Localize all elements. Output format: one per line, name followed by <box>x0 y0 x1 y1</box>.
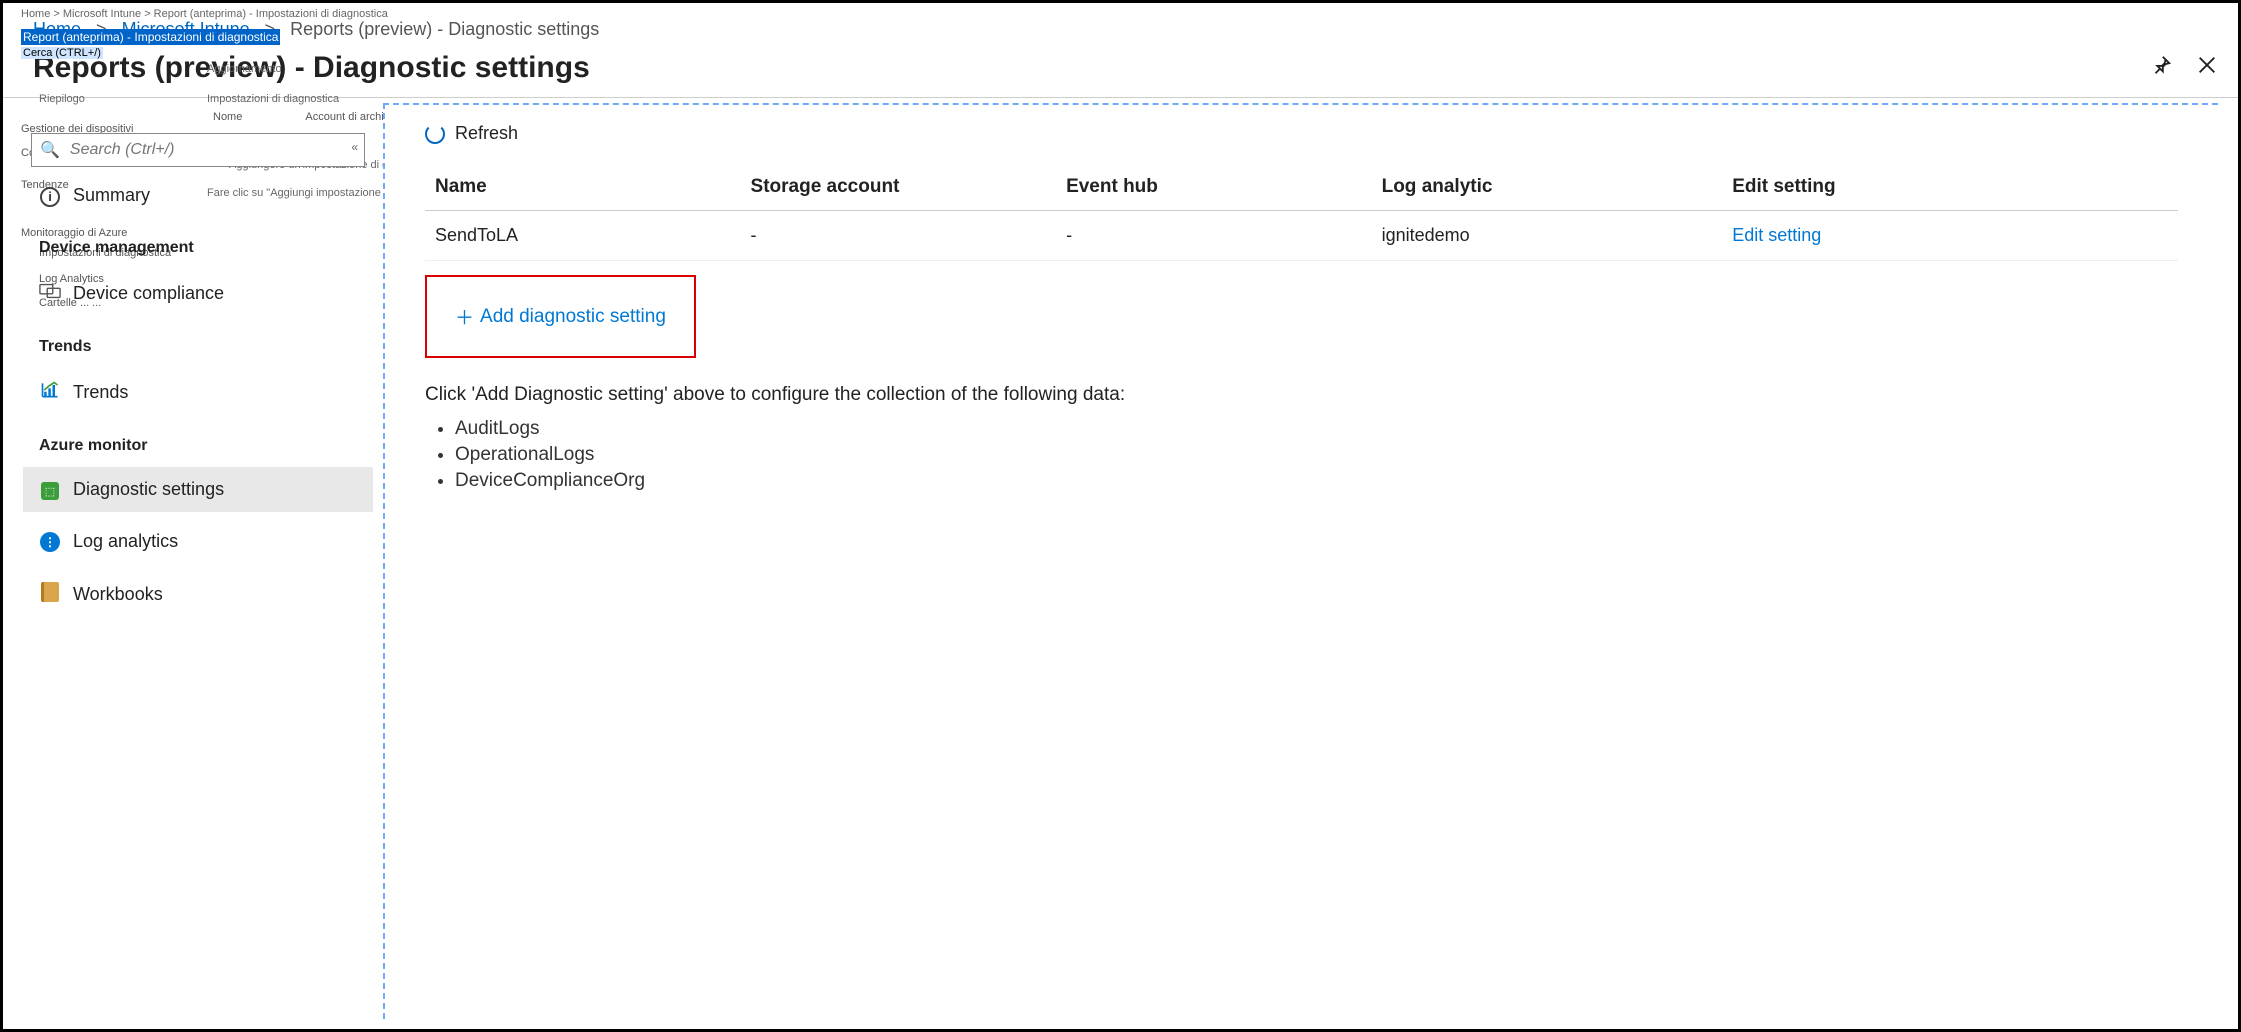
ghost-refresh: Aggiornamento <box>207 63 282 75</box>
col-edit: Edit setting <box>1722 164 2178 211</box>
sidebar-section-trends: Trends <box>23 318 373 362</box>
device-compliance-icon <box>39 281 61 306</box>
sidebar-item-label: Trends <box>73 382 128 403</box>
data-list: AuditLogs OperationalLogs DeviceComplian… <box>455 418 2178 492</box>
sidebar-item-diagnostic-settings[interactable]: ⬚ Diagnostic settings <box>23 467 373 513</box>
col-hub: Event hub <box>1056 164 1372 211</box>
pin-icon[interactable] <box>2150 54 2172 82</box>
sidebar-item-summary[interactable]: i Summary <box>23 173 373 219</box>
sidebar-item-device-compliance[interactable]: Device compliance <box>23 269 373 318</box>
sidebar-item-workbooks[interactable]: Workbooks <box>23 570 373 619</box>
sidebar: 🔍 « i Summary Device management Device c… <box>23 103 373 1019</box>
sidebar-item-label: Workbooks <box>73 584 163 605</box>
sidebar-item-label: Log analytics <box>73 531 178 552</box>
trends-icon <box>39 380 61 405</box>
refresh-button[interactable]: Refresh <box>425 123 2178 144</box>
page-title: Reports (preview) - Diagnostic settings <box>33 51 590 85</box>
sidebar-section-device-mgmt: Device management <box>23 219 373 263</box>
sidebar-item-label: Summary <box>73 185 150 206</box>
cell-log-analytic: ignitedemo <box>1372 211 1723 261</box>
cell-hub: - <box>1056 211 1372 261</box>
ghost-title-highlight: Report (anteprima) - Impostazioni di dia… <box>21 29 280 45</box>
search-icon: 🔍 <box>40 140 60 160</box>
col-name: Name <box>425 164 741 211</box>
edit-setting-link[interactable]: Edit setting <box>1722 211 2178 261</box>
breadcrumb-current: Reports (preview) - Diagnostic settings <box>290 19 599 39</box>
cell-storage: - <box>741 211 1057 261</box>
search-box[interactable]: 🔍 « <box>31 133 365 167</box>
diagnostic-settings-table: Name Storage account Event hub Log analy… <box>425 164 2178 261</box>
col-log-analytic: Log analytic <box>1372 164 1723 211</box>
sidebar-section-azure-monitor: Azure monitor <box>23 417 373 461</box>
refresh-icon <box>425 124 445 144</box>
log-analytics-icon: ⋮ <box>39 530 61 552</box>
add-diagnostic-highlight: ＋ Add diagnostic setting <box>425 275 696 358</box>
add-diagnostic-setting-button[interactable]: ＋ Add diagnostic setting <box>445 297 676 336</box>
sidebar-item-label: Diagnostic settings <box>73 479 224 500</box>
list-item: OperationalLogs <box>455 444 2178 466</box>
ghost-search-hint: Cerca (CTRL+/) <box>21 47 103 59</box>
hint-text: Click 'Add Diagnostic setting' above to … <box>425 384 2178 406</box>
list-item: AuditLogs <box>455 418 2178 440</box>
collapse-icon[interactable]: « <box>351 140 358 154</box>
sidebar-item-log-analytics[interactable]: ⋮ Log analytics <box>23 518 373 564</box>
ghost-breadcrumb: Home > Microsoft Intune > Report (antepr… <box>21 8 388 20</box>
main-content: Refresh Name Storage account Event hub L… <box>383 103 2218 1019</box>
list-item: DeviceComplianceOrg <box>455 470 2178 492</box>
info-icon: i <box>39 185 61 207</box>
search-input[interactable] <box>68 140 364 160</box>
close-icon[interactable] <box>2196 54 2218 82</box>
refresh-label: Refresh <box>455 123 518 144</box>
cell-name: SendToLA <box>425 211 741 261</box>
workbooks-icon <box>39 582 61 607</box>
plus-icon: ＋ <box>455 303 474 330</box>
sidebar-item-trends[interactable]: Trends <box>23 368 373 417</box>
sidebar-item-label: Device compliance <box>73 283 224 304</box>
table-row: SendToLA - - ignitedemo Edit setting <box>425 211 2178 261</box>
add-diagnostic-label: Add diagnostic setting <box>480 306 666 328</box>
col-storage: Storage account <box>741 164 1057 211</box>
diagnostic-icon: ⬚ <box>39 479 61 501</box>
